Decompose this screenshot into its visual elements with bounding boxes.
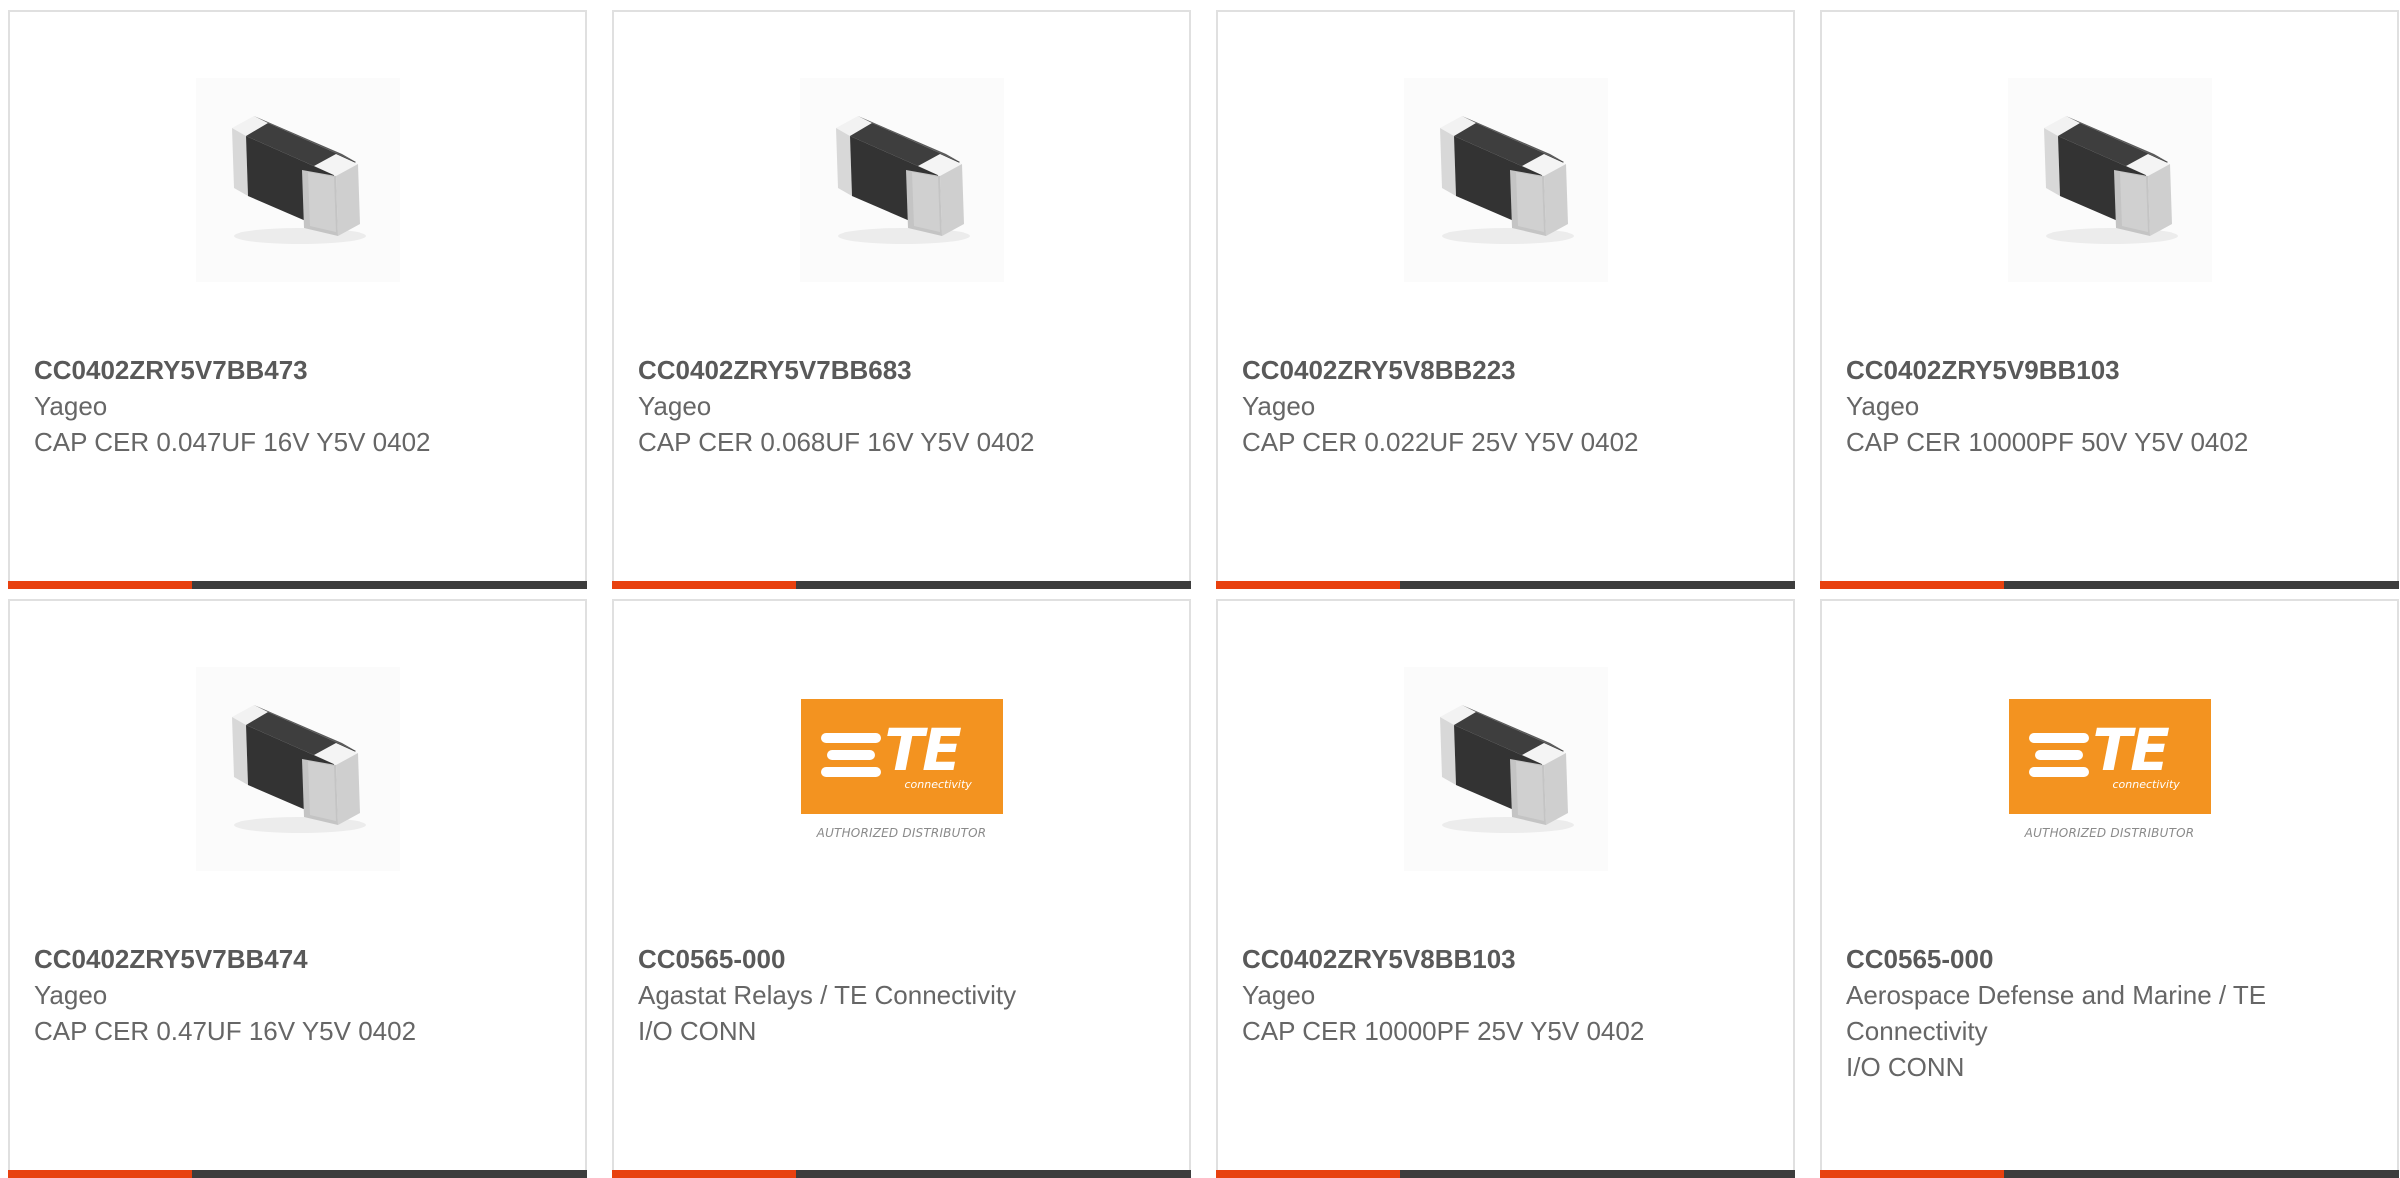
product-image[interactable]: TE connectivity AUTHORIZED DISTRIBUTOR [2008, 667, 2212, 871]
manufacturer-name: Agastat Relays / TE Connectivity [638, 980, 1017, 1010]
product-image[interactable] [195, 78, 400, 282]
product-card[interactable]: TE connectivity AUTHORIZED DISTRIBUTOR C… [1820, 599, 2399, 1178]
capacitor-chip-image [799, 78, 1004, 282]
product-description: CAP CER 0.022UF 25V Y5V 0402 [1242, 427, 1639, 457]
te-logo-box: TE connectivity [2008, 698, 2211, 814]
accent-bar-dark [192, 1170, 587, 1178]
accent-bar-dark [796, 1170, 1191, 1178]
product-card[interactable]: CC0402ZRY5V9BB103 Yageo CAP CER 10000PF 50… [1820, 10, 2399, 589]
capacitor-chip-image [195, 78, 400, 282]
card-accent-bar [612, 581, 1191, 589]
part-number-link[interactable]: CC0402ZRY5V9BB103 [1846, 352, 2373, 388]
manufacturer-name: Yageo [34, 980, 108, 1010]
authorized-distributor-label: AUTHORIZED DISTRIBUTOR [2024, 825, 2195, 840]
authorized-distributor-label: AUTHORIZED DISTRIBUTOR [816, 825, 987, 840]
product-info: CC0402ZRY5V8BB103 Yageo CAP CER 10000PF 25… [1242, 941, 1769, 1049]
te-stripes-icon [2028, 732, 2089, 784]
te-logo-letters: TE [884, 715, 962, 784]
part-number-link[interactable]: CC0402ZRY5V7BB474 [34, 941, 561, 977]
product-info: CC0565-000 Agastat Relays / TE Connectivi… [638, 941, 1165, 1049]
te-logo-letters: TE [2092, 715, 2170, 784]
product-image[interactable] [1403, 667, 1608, 871]
te-stripes-icon [820, 732, 881, 784]
product-description: CAP CER 0.047UF 16V Y5V 0402 [34, 427, 431, 457]
accent-bar-orange [8, 581, 192, 589]
product-description: CAP CER 0.47UF 16V Y5V 0402 [34, 1016, 417, 1046]
te-logo-subtitle: connectivity [2112, 777, 2180, 791]
product-image[interactable] [2007, 78, 2212, 282]
te-connectivity-logo: TE connectivity AUTHORIZED DISTRIBUTOR [2008, 698, 2212, 840]
product-info: CC0565-000 Aerospace Defense and Marine /… [1846, 941, 2373, 1085]
product-card[interactable]: CC0402ZRY5V7BB473 Yageo CAP CER 0.047UF 16… [8, 10, 587, 589]
product-card[interactable]: CC0402ZRY5V8BB223 Yageo CAP CER 0.022UF 25… [1216, 10, 1795, 589]
product-info: CC0402ZRY5V7BB473 Yageo CAP CER 0.047UF 16… [34, 352, 561, 460]
accent-bar-dark [796, 581, 1191, 589]
accent-bar-orange [8, 1170, 192, 1178]
te-logo-subtitle: connectivity [904, 777, 972, 791]
product-image[interactable]: TE connectivity AUTHORIZED DISTRIBUTOR [800, 667, 1004, 871]
card-accent-bar [1216, 1170, 1795, 1178]
te-connectivity-logo: TE connectivity AUTHORIZED DISTRIBUTOR [800, 698, 1004, 840]
accent-bar-dark [2004, 581, 2399, 589]
part-number-link[interactable]: CC0565-000 [638, 941, 1165, 977]
accent-bar-orange [1216, 1170, 1400, 1178]
manufacturer-name: Yageo [1846, 391, 1920, 421]
capacitor-chip-image [1403, 78, 1608, 282]
card-accent-bar [8, 1170, 587, 1178]
product-info: CC0402ZRY5V7BB474 Yageo CAP CER 0.47UF 16V… [34, 941, 561, 1049]
part-number-link[interactable]: CC0402ZRY5V8BB103 [1242, 941, 1769, 977]
product-description: CAP CER 0.068UF 16V Y5V 0402 [638, 427, 1035, 457]
capacitor-chip-image [195, 667, 400, 871]
accent-bar-dark [1400, 581, 1795, 589]
card-accent-bar [8, 581, 587, 589]
manufacturer-name: Yageo [1242, 391, 1316, 421]
accent-bar-orange [1820, 1170, 2004, 1178]
accent-bar-dark [1400, 1170, 1795, 1178]
product-info: CC0402ZRY5V9BB103 Yageo CAP CER 10000PF 50… [1846, 352, 2373, 460]
card-accent-bar [612, 1170, 1191, 1178]
manufacturer-name: Yageo [1242, 980, 1316, 1010]
product-description: I/O CONN [1846, 1052, 1965, 1082]
product-image[interactable] [1403, 78, 1608, 282]
accent-bar-dark [192, 581, 587, 589]
card-accent-bar [1216, 581, 1795, 589]
card-accent-bar [1820, 581, 2399, 589]
manufacturer-name: Yageo [638, 391, 712, 421]
card-accent-bar [1820, 1170, 2399, 1178]
product-card[interactable]: CC0402ZRY5V7BB474 Yageo CAP CER 0.47UF 16V… [8, 599, 587, 1178]
accent-bar-orange [1820, 581, 2004, 589]
capacitor-chip-image [2007, 78, 2212, 282]
product-card[interactable]: TE connectivity AUTHORIZED DISTRIBUTOR C… [612, 599, 1191, 1178]
product-description: I/O CONN [638, 1016, 757, 1046]
manufacturer-name: Yageo [34, 391, 108, 421]
product-image[interactable] [195, 667, 400, 871]
product-info: CC0402ZRY5V8BB223 Yageo CAP CER 0.022UF 25… [1242, 352, 1769, 460]
product-image[interactable] [799, 78, 1004, 282]
product-description: CAP CER 10000PF 25V Y5V 0402 [1242, 1016, 1645, 1046]
product-card[interactable]: CC0402ZRY5V7BB683 Yageo CAP CER 0.068UF 16… [612, 10, 1191, 589]
part-number-link[interactable]: CC0402ZRY5V7BB683 [638, 352, 1165, 388]
product-card[interactable]: CC0402ZRY5V8BB103 Yageo CAP CER 10000PF 25… [1216, 599, 1795, 1178]
product-description: CAP CER 10000PF 50V Y5V 0402 [1846, 427, 2249, 457]
part-number-link[interactable]: CC0402ZRY5V7BB473 [34, 352, 561, 388]
product-grid: CC0402ZRY5V7BB473 Yageo CAP CER 0.047UF 16… [8, 10, 2399, 1178]
te-logo-box: TE connectivity [800, 698, 1003, 814]
accent-bar-orange [1216, 581, 1400, 589]
accent-bar-dark [2004, 1170, 2399, 1178]
part-number-link[interactable]: CC0402ZRY5V8BB223 [1242, 352, 1769, 388]
product-info: CC0402ZRY5V7BB683 Yageo CAP CER 0.068UF 16… [638, 352, 1165, 460]
capacitor-chip-image [1403, 667, 1608, 871]
manufacturer-name: Aerospace Defense and Marine / TE Connec… [1846, 980, 2267, 1046]
accent-bar-orange [612, 1170, 796, 1178]
part-number-link[interactable]: CC0565-000 [1846, 941, 2373, 977]
accent-bar-orange [612, 581, 796, 589]
